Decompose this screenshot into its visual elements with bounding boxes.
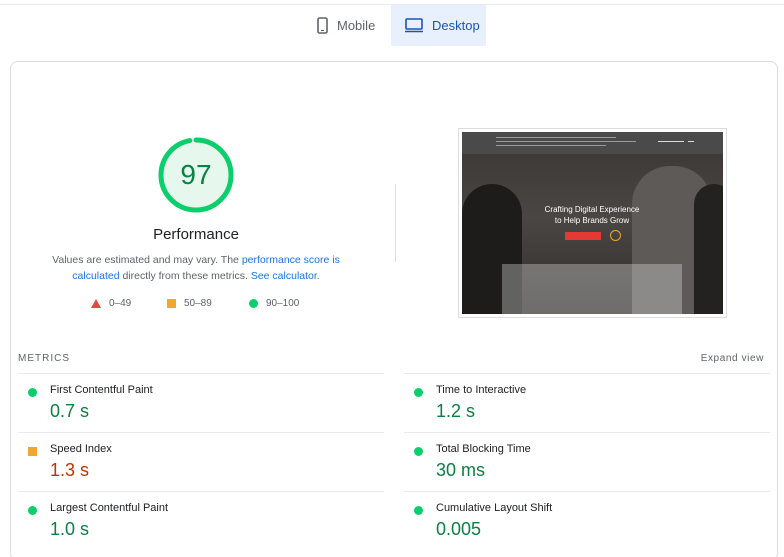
metric-name: First Contentful Paint	[50, 384, 153, 396]
circle-icon	[414, 447, 423, 456]
tab-mobile-label: Mobile	[337, 18, 376, 33]
tab-mobile[interactable]: Mobile	[303, 5, 391, 46]
metric-name: Total Blocking Time	[436, 443, 531, 455]
metrics-heading: METRICS	[18, 353, 70, 364]
desktop-icon	[405, 18, 423, 33]
metric-cumulative-layout-shift: Cumulative Layout Shift 0.005	[404, 491, 770, 550]
metric-name: Time to Interactive	[436, 384, 527, 396]
performance-description: Values are estimated and may vary. The p…	[47, 252, 345, 284]
screenshot-headline-line-2: to Help Brands Grow	[554, 216, 630, 225]
metric-value: 0.7 s	[50, 401, 90, 421]
legend-item-pass: 90–100	[249, 298, 299, 309]
metric-first-contentful-paint: First Contentful Paint 0.7 s	[18, 373, 384, 432]
metric-value: 1.3 s	[50, 460, 90, 480]
phone-icon	[317, 17, 328, 34]
expand-view-button[interactable]: Expand view	[701, 353, 764, 364]
metric-name: Cumulative Layout Shift	[436, 502, 553, 514]
circle-icon	[249, 299, 258, 308]
see-calculator-link[interactable]: See calculator	[251, 270, 317, 282]
description-text-2: directly from these metrics.	[119, 270, 251, 282]
screenshot-headline: Crafting Digital Experience to Help Bran…	[522, 204, 662, 226]
circle-icon	[414, 388, 423, 397]
metric-value: 0.005	[436, 519, 482, 539]
performance-gauge: 97	[157, 136, 235, 214]
metric-name: Largest Contentful Paint	[50, 502, 169, 514]
performance-title: Performance	[153, 226, 239, 243]
circle-icon	[414, 506, 423, 515]
legend-range-pass: 90–100	[266, 298, 300, 309]
tab-desktop-label: Desktop	[432, 18, 480, 33]
legend-range-average: 50–89	[184, 298, 212, 309]
vertical-divider	[395, 184, 396, 262]
legend-range-fail: 0–49	[109, 298, 132, 309]
metric-speed-index: Speed Index 1.3 s	[18, 432, 384, 491]
triangle-icon	[91, 299, 101, 308]
legend-item-average: 50–89	[167, 298, 249, 309]
circle-icon	[28, 506, 37, 515]
tab-desktop[interactable]: Desktop	[391, 5, 486, 46]
metric-value: 1.2 s	[436, 401, 476, 421]
device-tabs: Mobile Desktop	[303, 5, 486, 46]
metric-total-blocking-time: Total Blocking Time 30 ms	[404, 432, 770, 491]
metric-time-to-interactive: Time to Interactive 1.2 s	[404, 373, 770, 432]
metric-value: 30 ms	[436, 460, 486, 480]
metric-name: Speed Index	[50, 443, 112, 455]
performance-score: 97	[180, 159, 212, 190]
score-legend: 0–49 50–89 90–100	[91, 298, 299, 309]
screenshot-cta-button	[565, 232, 601, 240]
screenshot-hero: Crafting Digital Experience to Help Bran…	[462, 154, 723, 314]
metric-value: 1.0 s	[50, 519, 90, 539]
square-icon	[167, 299, 176, 308]
square-icon	[28, 447, 37, 456]
description-text-1: Values are estimated and may vary. The	[52, 254, 242, 266]
screenshot-image: Crafting Digital Experience to Help Bran…	[462, 132, 723, 314]
metric-largest-contentful-paint: Largest Contentful Paint 1.0 s	[18, 491, 384, 550]
play-icon	[610, 230, 621, 241]
page-screenshot: Crafting Digital Experience to Help Bran…	[458, 128, 727, 318]
circle-icon	[28, 388, 37, 397]
description-text-3: .	[316, 270, 320, 282]
screenshot-header-bar	[462, 132, 723, 154]
legend-item-fail: 0–49	[91, 298, 167, 309]
screenshot-headline-line-1: Crafting Digital Experience	[544, 205, 640, 214]
